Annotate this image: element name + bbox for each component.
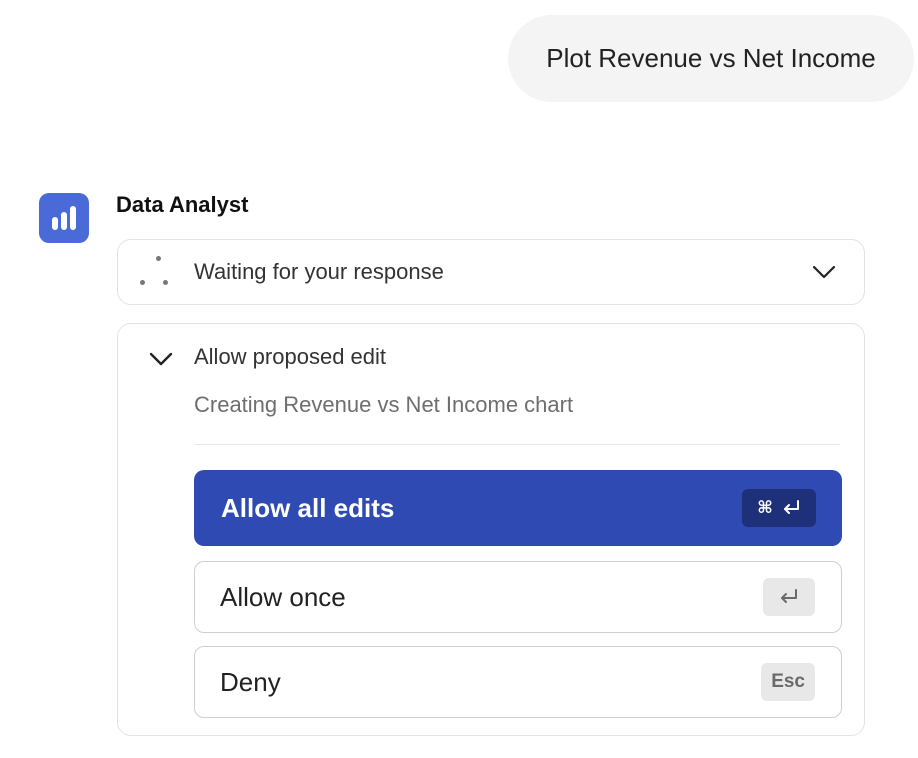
esc-key: Esc [771, 671, 805, 692]
deny-button[interactable]: Deny Esc [194, 646, 842, 718]
allow-once-button[interactable]: Allow once [194, 561, 842, 633]
shortcut-badge [763, 578, 815, 616]
permission-card: Allow proposed edit Creating Revenue vs … [117, 323, 865, 736]
agent-avatar [39, 193, 89, 243]
agent-name: Data Analyst [116, 192, 249, 217]
permission-description: Creating Revenue vs Net Income chart [194, 392, 574, 417]
permission-title: Allow proposed edit [194, 344, 387, 369]
command-key: ⌘ [757, 498, 773, 518]
chevron-down-icon[interactable] [148, 348, 174, 370]
chat-view: Plot Revenue vs Net Income Data Analyst … [0, 0, 918, 758]
user-message-bubble: Plot Revenue vs Net Income [508, 15, 914, 102]
divider [194, 444, 840, 445]
shortcut-badge: ⌘ [742, 489, 816, 527]
return-icon [781, 589, 797, 603]
spinner-dots-icon [140, 256, 176, 290]
chevron-down-icon[interactable] [812, 262, 836, 282]
allow-once-label: Allow once [220, 581, 346, 612]
deny-label: Deny [220, 666, 281, 697]
return-icon [783, 500, 799, 514]
shortcut-badge: Esc [761, 663, 815, 701]
user-message-text: Plot Revenue vs Net Income [546, 43, 876, 73]
bar-chart-icon [52, 206, 76, 230]
allow-all-edits-label: Allow all edits [221, 492, 395, 523]
status-text: Waiting for your response [194, 259, 444, 284]
allow-all-edits-button[interactable]: Allow all edits ⌘ [194, 470, 842, 546]
status-card[interactable]: Waiting for your response [117, 239, 865, 305]
